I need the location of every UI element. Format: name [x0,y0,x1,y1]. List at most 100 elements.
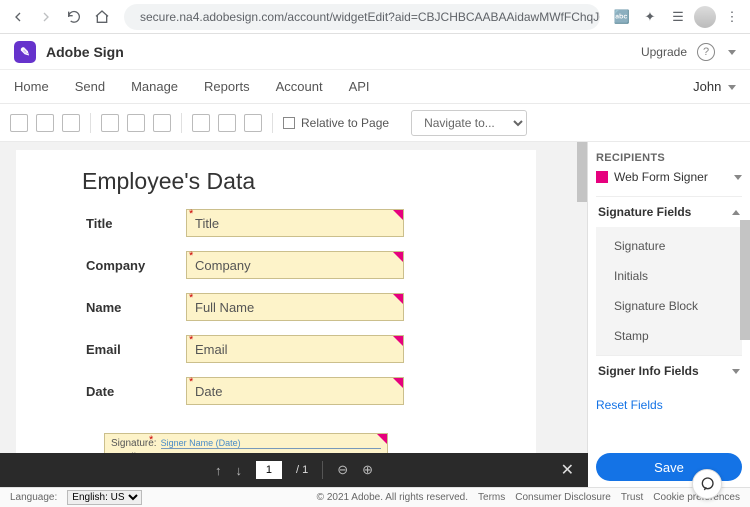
chevron-down-icon [731,170,742,184]
field-placeholder: Full Name [195,300,254,315]
upgrade-link[interactable]: Upgrade [641,45,687,59]
align-tool-icon[interactable] [192,114,210,132]
checkbox-icon [283,117,295,129]
field-name[interactable]: *Full Name [186,293,404,321]
language-label: Language: [10,492,57,503]
page-navigation-bar: ↑ ↓ / 1 ⊖ ⊕ ✕ [0,453,588,487]
help-dropdown-icon[interactable] [725,45,736,59]
field-type-initials[interactable]: Initials [596,261,742,291]
separator [90,113,91,133]
url-text: secure.na4.adobesign.com/account/widgetE… [140,10,600,24]
recipient-name: Web Form Signer [614,170,708,184]
section-signer-info-fields[interactable]: Signer Info Fields [596,355,742,386]
nav-home[interactable]: Home [14,79,49,94]
home-icon[interactable] [90,5,114,29]
align-tool-icon[interactable] [62,114,80,132]
field-type-signature[interactable]: Signature [596,231,742,261]
field-label-title: Title [86,216,186,231]
menu-icon[interactable]: ⋮ [720,5,744,29]
field-label-date: Date [86,384,186,399]
recipients-heading: RECIPIENTS [596,152,742,164]
doc-heading: Employee's Data [82,168,512,195]
help-icon[interactable]: ? [697,43,715,61]
section-label: Signature Fields [598,205,691,219]
chevron-down-icon [725,79,736,94]
section-label: Signer Info Fields [598,364,699,378]
field-placeholder: Email [195,342,228,357]
language-select[interactable]: English: US [67,490,142,505]
profile-avatar[interactable] [694,6,716,28]
nav-account[interactable]: Account [276,79,323,94]
chevron-down-icon [729,364,740,378]
translate-icon[interactable]: 🔤 [610,5,634,29]
footer-link-terms[interactable]: Terms [478,492,505,503]
page-number-input[interactable] [256,461,282,479]
field-email[interactable]: *Email [186,335,404,363]
relative-label: Relative to Page [301,116,389,130]
nav-api[interactable]: API [349,79,370,94]
user-name: John [693,79,721,94]
signature-fields-list: Signature Initials Signature Block Stamp [596,227,742,355]
extensions-icon[interactable]: ✦ [638,5,662,29]
field-company[interactable]: *Company [186,251,404,279]
app-header: ✎ Adobe Sign Upgrade ? [0,34,750,70]
copyright: © 2021 Adobe. All rights reserved. [317,492,468,503]
footer-link-trust[interactable]: Trust [621,492,643,503]
field-label-name: Name [86,300,186,315]
zoom-out-icon[interactable]: ⊖ [337,462,348,478]
recipient-selector[interactable]: Web Form Signer [596,170,742,184]
align-tool-icon[interactable] [153,114,171,132]
sig-value: Signer Name (Date) [161,438,381,449]
document-page: Employee's Data Title *Title Company *Co… [16,150,536,487]
separator [181,113,182,133]
nav-reports[interactable]: Reports [204,79,250,94]
scrollbar-thumb[interactable] [577,142,587,202]
zoom-in-icon[interactable]: ⊕ [362,462,373,478]
footer-link-disclosure[interactable]: Consumer Disclosure [515,492,611,503]
align-tool-icon[interactable] [36,114,54,132]
relative-to-page-toggle[interactable]: Relative to Page [283,116,389,130]
field-title[interactable]: *Title [186,209,404,237]
field-label-company: Company [86,258,186,273]
field-placeholder: Date [195,384,222,399]
page-footer: Language: English: US © 2021 Adobe. All … [0,487,750,507]
separator [272,113,273,133]
page-up-icon[interactable]: ↑ [215,463,222,478]
main-nav: Home Send Manage Reports Account API Joh… [0,70,750,104]
navigate-select[interactable]: Navigate to... [411,110,527,136]
browser-toolbar: secure.na4.adobesign.com/account/widgetE… [0,0,750,34]
align-tool-icon[interactable] [244,114,262,132]
field-placeholder: Company [195,258,251,273]
document-canvas[interactable]: Employee's Data Title *Title Company *Co… [0,142,588,487]
separator [322,461,323,479]
back-icon[interactable] [6,5,30,29]
align-tool-icon[interactable] [218,114,236,132]
chat-help-icon[interactable] [692,469,722,499]
field-type-signature-block[interactable]: Signature Block [596,291,742,321]
field-type-stamp[interactable]: Stamp [596,321,742,351]
brand-name: Adobe Sign [46,44,124,60]
align-tool-icon[interactable] [101,114,119,132]
field-date[interactable]: *Date [186,377,404,405]
address-bar[interactable]: secure.na4.adobesign.com/account/widgetE… [124,4,600,30]
page-down-icon[interactable]: ↓ [235,463,242,478]
recipient-color-icon [596,171,608,183]
page-total: / 1 [296,464,308,476]
user-menu[interactable]: John [693,79,736,94]
forward-icon[interactable] [34,5,58,29]
scrollbar-thumb[interactable] [740,220,750,340]
align-tool-icon[interactable] [10,114,28,132]
reading-list-icon[interactable]: ☰ [666,5,690,29]
align-tool-icon[interactable] [127,114,145,132]
reset-fields-link[interactable]: Reset Fields [596,398,663,412]
right-sidebar: RECIPIENTS Web Form Signer Signature Fie… [588,142,750,487]
nav-manage[interactable]: Manage [131,79,178,94]
field-placeholder: Title [195,216,219,231]
reload-icon[interactable] [62,5,86,29]
field-label-email: Email [86,342,186,357]
close-bar-icon[interactable]: ✕ [561,460,574,480]
section-signature-fields[interactable]: Signature Fields [596,196,742,227]
workspace: Employee's Data Title *Title Company *Co… [0,142,750,487]
nav-send[interactable]: Send [75,79,105,94]
editor-toolbar: Relative to Page Navigate to... [0,104,750,142]
